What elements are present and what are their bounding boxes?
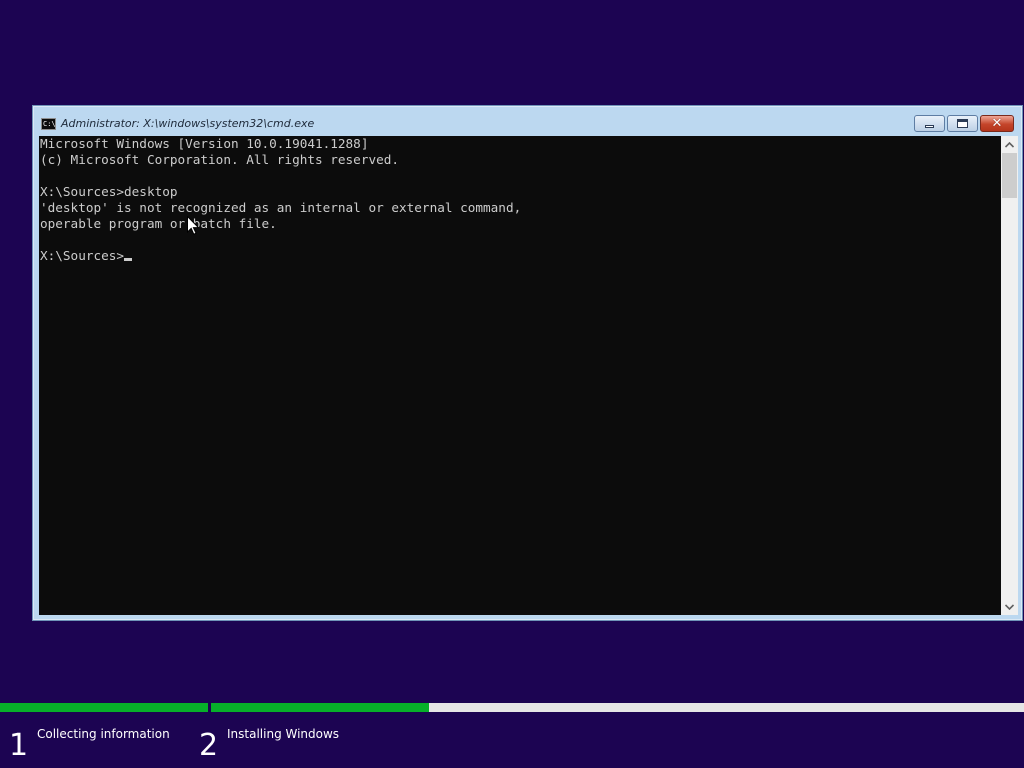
console-output: Microsoft Windows [Version 10.0.19041.12… bbox=[39, 136, 1001, 264]
console-line: X:\Sources>desktop bbox=[40, 184, 178, 199]
console-line: operable program or batch file. bbox=[40, 216, 277, 231]
console-line: 'desktop' is not recognized as an intern… bbox=[40, 200, 522, 215]
cmd-icon[interactable]: C:\ bbox=[41, 118, 56, 130]
minimize-icon bbox=[925, 124, 934, 128]
text-cursor bbox=[124, 258, 133, 261]
close-button[interactable]: ✕ bbox=[980, 115, 1014, 132]
minimize-button[interactable] bbox=[914, 115, 945, 132]
maximize-icon bbox=[957, 119, 968, 128]
scroll-down-icon[interactable] bbox=[1001, 598, 1018, 615]
console-line: (c) Microsoft Corporation. All rights re… bbox=[40, 152, 400, 167]
step-2-label: Installing Windows bbox=[227, 727, 340, 741]
console-prompt-line[interactable]: X:\Sources> bbox=[40, 248, 1001, 264]
maximize-button[interactable] bbox=[947, 115, 978, 132]
step-2-number: 2 bbox=[199, 728, 219, 763]
console-prompt: X:\Sources> bbox=[40, 248, 125, 263]
setup-progress bbox=[0, 703, 1024, 712]
mouse-pointer-icon bbox=[187, 216, 199, 235]
setup-steps: 1 Collecting information 2 Installing Wi… bbox=[0, 712, 1024, 768]
title-bar[interactable]: C:\ Administrator: X:\windows\system32\c… bbox=[33, 106, 1022, 136]
console-area[interactable]: Microsoft Windows [Version 10.0.19041.12… bbox=[39, 136, 1001, 615]
vertical-scrollbar[interactable] bbox=[1001, 136, 1018, 615]
step-2-progress-bar bbox=[211, 703, 1024, 712]
step-1-label: Collecting information bbox=[37, 727, 170, 741]
scroll-up-icon[interactable] bbox=[1001, 136, 1018, 153]
console-line: Microsoft Windows [Version 10.0.19041.12… bbox=[40, 136, 369, 151]
step-1-number: 1 bbox=[9, 728, 29, 763]
window-title: Administrator: X:\windows\system32\cmd.e… bbox=[61, 117, 315, 130]
scroll-thumb[interactable] bbox=[1002, 153, 1017, 198]
close-icon: ✕ bbox=[991, 116, 1003, 131]
step-1-progress-fill bbox=[0, 703, 208, 712]
step-2-progress-fill bbox=[211, 703, 429, 712]
step-1-progress-bar bbox=[0, 703, 208, 712]
cmd-window[interactable]: C:\ Administrator: X:\windows\system32\c… bbox=[32, 105, 1023, 621]
setup-background: C:\ Administrator: X:\windows\system32\c… bbox=[0, 0, 1024, 768]
